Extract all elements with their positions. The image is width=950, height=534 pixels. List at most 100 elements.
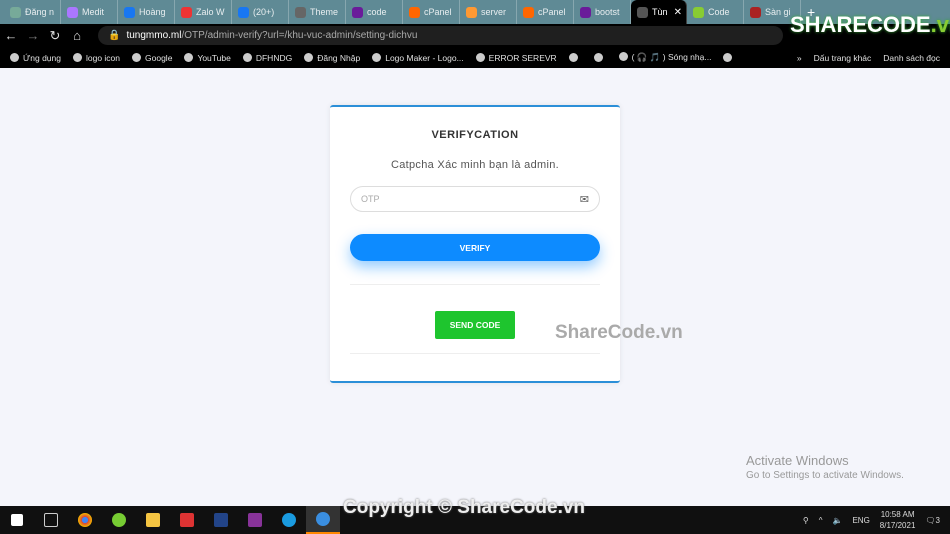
notification-count: 3 [935,515,940,525]
bookmark-item[interactable]: Đăng Nhập [304,52,361,63]
bookmark-label: Đăng Nhập [317,52,361,63]
bookmark-label: logo icon [85,52,121,63]
tab-favicon [523,6,534,18]
browser-tab[interactable]: cPanel [517,0,574,24]
bookmark-favicon [242,52,252,62]
tab-title: Code [708,7,730,17]
winrar-icon[interactable] [238,506,272,534]
bookmark-item[interactable]: logo icon [72,52,121,63]
app-icon[interactable] [204,506,238,534]
browser-tab[interactable]: (20+) [232,0,289,24]
system-tray: ⚲ ^ 🔈 ENG 10:58 AM 8/17/2021 🗨3 [803,506,940,534]
url-host: tungmmo.ml [126,30,182,41]
file-explorer-icon[interactable] [136,506,170,534]
people-icon[interactable]: ⚲ [803,516,809,525]
watermark-text: ShareCode.vn [555,322,683,343]
bookmark-favicon [618,52,628,61]
reading-list-button[interactable]: Danh sách đọc [883,53,940,63]
browser-tab[interactable]: cPanel [403,0,460,24]
tab-title: Đăng n [25,7,55,17]
close-tab-icon[interactable]: ✕ [674,7,682,18]
edge-icon[interactable] [272,506,306,534]
date: 8/17/2021 [879,521,916,530]
bookmark-item[interactable]: Google [132,52,172,63]
bookmark-label: ERROR SEREVR [488,52,557,63]
tab-title: Medit [82,7,105,17]
chrome-icon[interactable] [68,506,102,534]
tab-favicon [580,6,591,18]
browser-tab[interactable]: server [460,0,517,24]
time: 10:58 AM [880,510,915,519]
bookmark-favicon [184,52,194,62]
chevron-up-icon[interactable]: ^ [819,516,823,525]
tab-favicon [466,6,477,18]
bookmark-favicon [475,52,485,62]
bookmark-favicon [132,52,142,62]
bookmark-label: Logo Maker - Logo... [385,52,464,63]
app-icon-active[interactable] [306,506,340,534]
bookmark-item[interactable]: ERROR SEREVR [475,52,557,63]
bookmark-item[interactable] [593,52,607,63]
bookmark-favicon [72,52,82,62]
tab-title: server [481,7,507,17]
forward-icon[interactable]: → [22,28,44,43]
activate-windows-sub: Go to Settings to activate Windows. [746,470,904,481]
task-view-icon[interactable] [34,506,68,534]
divider [350,284,600,285]
bookmark-item[interactable]: Logo Maker - Logo... [372,52,464,63]
volume-icon[interactable]: 🔈 [832,516,842,525]
app-icon[interactable] [170,506,204,534]
tab-title: code [367,7,387,17]
browser-tab[interactable]: bootst [574,0,631,24]
browser-tab[interactable]: Hoàng [118,0,175,24]
bookmark-item[interactable]: Ứng dụng [10,52,61,63]
bookmark-item[interactable]: DFHNDG [242,52,292,63]
otp-input[interactable] [361,194,580,204]
notification-icon[interactable]: 🗨3 [925,516,940,525]
browser-tab[interactable]: Tùn ✕ [631,0,687,24]
home-icon[interactable]: ⌂ [66,28,88,43]
bookmarks-more-button[interactable]: » [797,53,802,63]
bookmark-item[interactable] [568,52,582,63]
otp-field[interactable]: ✉ [350,186,600,212]
bookmark-item[interactable]: ( 🎧 🎵 ) Sóng nhạ... [618,52,712,63]
bookmark-item[interactable]: YouTube [184,52,231,63]
windows-start-icon[interactable] [0,506,34,534]
bookmark-item[interactable] [723,52,736,63]
browser-tab[interactable]: Theme [289,0,346,24]
divider [350,353,600,354]
tab-favicon [409,6,420,18]
clock[interactable]: 10:58 AM 8/17/2021 [880,509,916,531]
browser-tab[interactable]: Code [687,0,744,24]
bookmark-favicon [568,52,578,62]
bookmark-favicon [593,52,603,62]
send-code-button[interactable]: SEND CODE [435,311,515,339]
tab-favicon [10,6,21,18]
bookmark-favicon [304,52,314,62]
lock-icon: 🔒 [108,30,121,41]
envelope-open-icon: ✉ [579,193,589,206]
browser-tab[interactable]: Đăng n [4,0,61,24]
tab-favicon [238,6,249,18]
reload-icon[interactable]: ↻ [44,28,66,44]
tab-favicon [181,6,192,18]
back-icon[interactable]: ← [0,28,22,43]
app-icon[interactable] [102,506,136,534]
browser-tab[interactable]: code [346,0,403,24]
url-path: /OTP/admin-verify?url=/khu-vuc-admin/set… [181,30,418,41]
browser-tab[interactable]: Medit [61,0,118,24]
tab-title: cPanel [538,7,566,17]
bookmark-favicon [372,52,382,62]
verify-button[interactable]: VERIFY [350,234,600,261]
tab-title: Sàn gi [765,7,791,17]
browser-tab[interactable]: Zalo W [175,0,232,24]
card-title: VERIFYCATION [431,129,519,141]
other-bookmarks-folder[interactable]: Dấu trang khác [814,53,872,63]
bookmark-label: Ứng dụng [23,52,61,63]
tab-title: Tùn [652,7,668,17]
bookmark-label: ( 🎧 🎵 ) Sóng nhạ... [631,52,712,62]
bookmarks-bar: Ứng dụng logo icon Google YouTube DFHNDG Đăng… [0,47,950,68]
bookmark-favicon [10,52,19,62]
language-indicator[interactable]: ENG [852,516,869,525]
url-input[interactable]: 🔒 tungmmo.ml/OTP/admin-verify?url=/khu-v… [98,26,783,45]
